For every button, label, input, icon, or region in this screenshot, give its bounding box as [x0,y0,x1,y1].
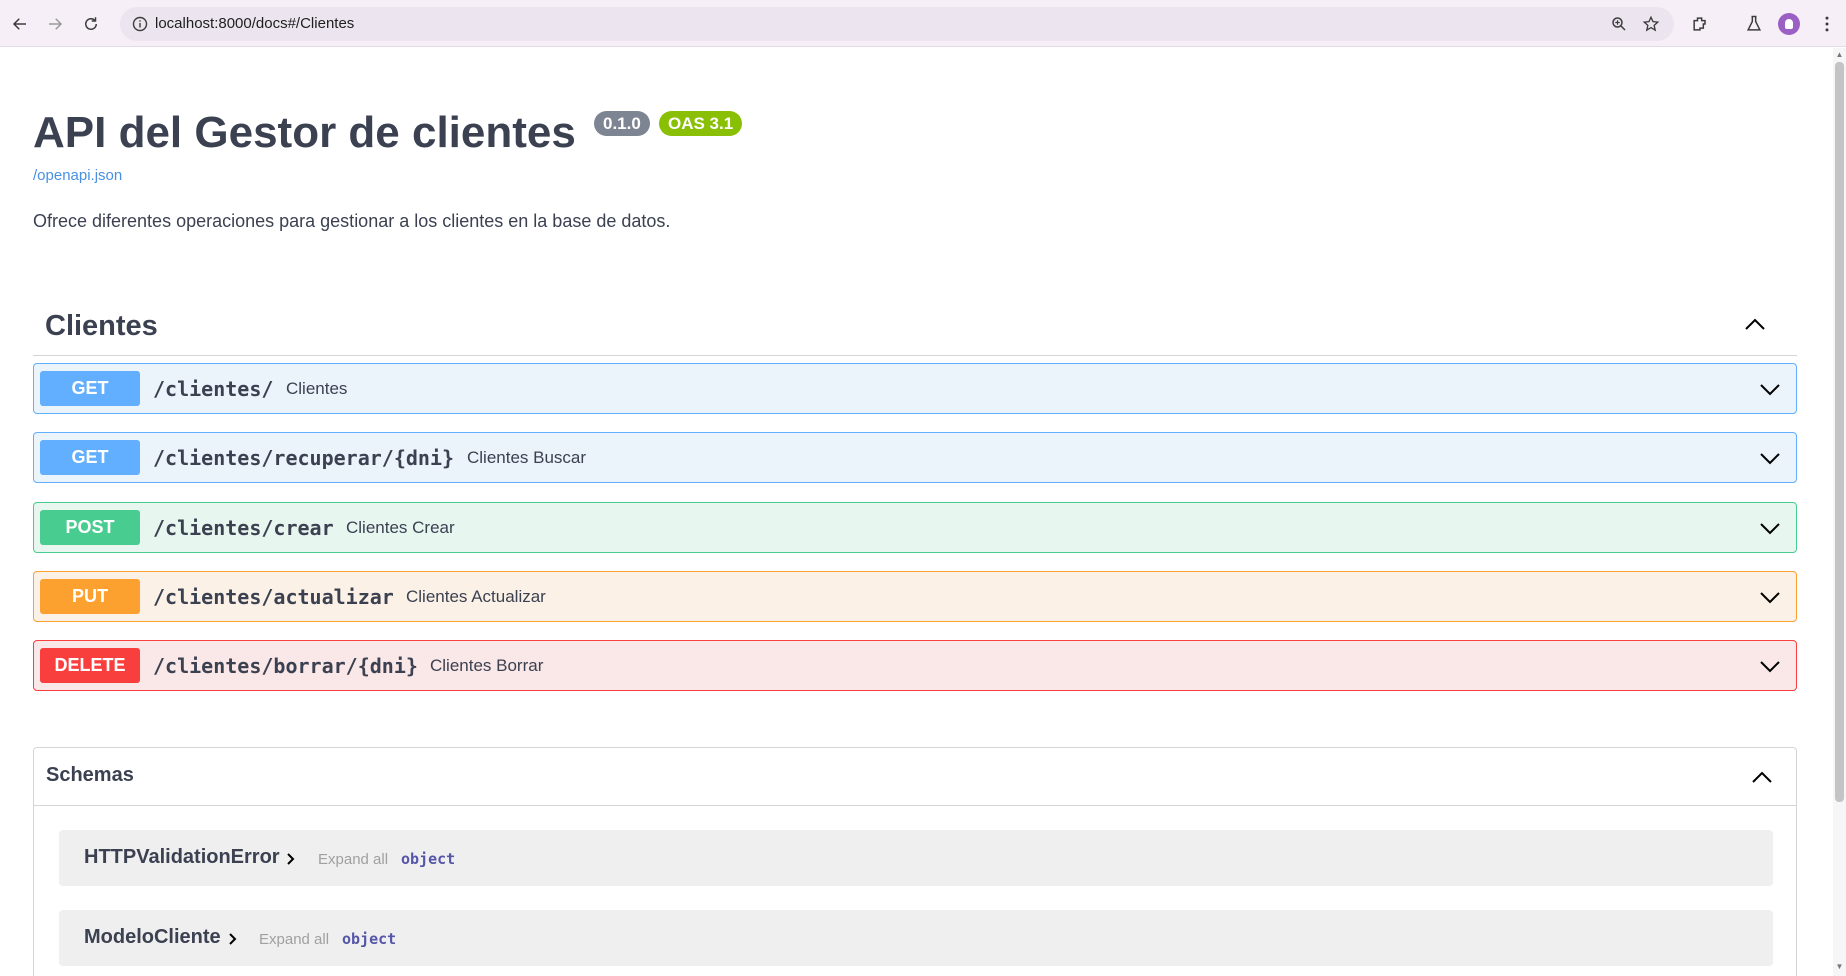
forward-button[interactable] [42,11,68,37]
model-name[interactable]: ModeloCliente [84,926,221,949]
tag-clientes-header[interactable]: Clientes [33,300,1797,356]
operation-put-actualizar[interactable]: PUT /clientes/actualizar Clientes Actual… [33,571,1797,622]
scroll-up-arrow[interactable]: ▲ [1835,50,1844,60]
method-badge: GET [40,440,140,475]
operation-summary: Clientes Crear [346,518,455,537]
version-badge: 0.1.0 [594,111,650,136]
api-title: API del Gestor de clientes [33,108,576,157]
arrow-left-icon [12,18,26,30]
schemas-section: Schemas HTTPValidationError Expand all o… [33,747,1797,976]
method-badge: PUT [40,579,140,614]
tag-title: Clientes [45,310,158,342]
operation-summary: Clientes Buscar [467,448,587,467]
method-badge: GET [40,371,140,406]
operation-path: /clientes/actualizar [153,585,394,609]
address-bar[interactable]: localhost:8000/docs#/Clientes [120,7,1674,41]
operation-path: /clientes/ [153,377,274,401]
model-httpvalidationerror[interactable]: HTTPValidationError Expand all object [59,830,1773,886]
operation-summary: Clientes Actualizar [406,587,546,606]
back-button[interactable] [7,11,33,37]
zoom-icon[interactable] [1610,15,1628,33]
method-badge: POST [40,510,140,545]
operation-path: /clientes/recuperar/{dni} [153,446,455,470]
reload-icon [85,17,97,30]
api-description: Ofrece diferentes operaciones para gesti… [33,211,671,231]
scroll-down-arrow[interactable]: ▼ [1835,962,1844,972]
url-text[interactable]: localhost:8000/docs#/Clientes [155,15,354,32]
expand-all-button[interactable]: Expand all [259,931,329,948]
operation-summary: Clientes [286,379,348,398]
labs-flask-icon[interactable] [1744,14,1764,34]
more-menu-icon[interactable] [1817,14,1837,34]
openapi-json-link[interactable]: /openapi.json [33,167,122,184]
bookmark-star-icon[interactable] [1642,15,1660,33]
model-type: object [342,930,397,948]
model-modelocliente[interactable]: ModeloCliente Expand all object [59,910,1773,966]
arrow-right-icon [49,18,63,30]
chevron-down-icon[interactable] [1758,377,1782,401]
oas-badge: OAS 3.1 [659,111,743,136]
chevron-down-icon[interactable] [1758,516,1782,540]
chevron-right-icon[interactable] [285,852,297,866]
operation-delete-borrar[interactable]: DELETE /clientes/borrar/{dni} Clientes B… [33,640,1797,691]
operation-path: /clientes/crear [153,516,334,540]
model-type: object [401,850,456,868]
chevron-up-icon[interactable] [1750,765,1774,789]
info-icon[interactable] [132,16,148,32]
operation-post-crear[interactable]: POST /clientes/crear Clientes Crear [33,502,1797,553]
reload-button[interactable] [78,11,104,37]
operation-get-recuperar[interactable]: GET /clientes/recuperar/{dni} Clientes B… [33,432,1797,483]
profile-avatar[interactable] [1778,13,1800,35]
chevron-up-icon[interactable] [1743,312,1767,336]
chevron-down-icon[interactable] [1758,446,1782,470]
chevron-down-icon[interactable] [1758,654,1782,678]
chevron-down-icon[interactable] [1758,585,1782,609]
operation-summary: Clientes Borrar [430,656,544,675]
operation-path: /clientes/borrar/{dni} [153,654,418,678]
chevron-right-icon[interactable] [227,932,239,946]
schemas-header[interactable]: Schemas [34,748,1796,806]
operation-get-clientes[interactable]: GET /clientes/ Clientes [33,363,1797,414]
schemas-title: Schemas [46,764,134,786]
expand-all-button[interactable]: Expand all [318,851,388,868]
model-name[interactable]: HTTPValidationError [84,846,280,869]
browser-toolbar: localhost:8000/docs#/Clientes [0,0,1846,47]
method-badge: DELETE [40,648,140,683]
extensions-icon[interactable] [1690,14,1710,34]
scrollbar-thumb[interactable] [1835,62,1844,802]
